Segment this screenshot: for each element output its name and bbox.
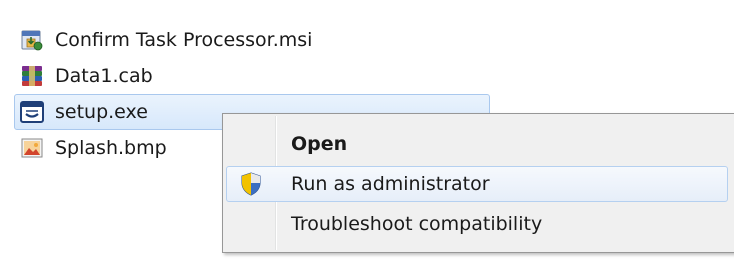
cab-archive-icon: [19, 63, 45, 89]
menu-item-run-as-administrator[interactable]: Run as administrator: [226, 166, 728, 202]
menu-item-label: Troubleshoot compatibility: [291, 213, 543, 235]
msi-installer-icon: [19, 27, 45, 53]
file-name: setup.exe: [55, 101, 148, 123]
file-item-msi[interactable]: Confirm Task Processor.msi: [14, 22, 490, 58]
menu-item-icon-slot: [227, 127, 275, 161]
file-name: Data1.cab: [55, 65, 153, 87]
bitmap-image-icon: [19, 135, 45, 161]
exe-application-icon: [19, 99, 45, 125]
file-name: Splash.bmp: [55, 137, 167, 159]
menu-item-open[interactable]: Open: [226, 126, 728, 162]
menu-item-label: Open: [291, 133, 348, 155]
file-name: Confirm Task Processor.msi: [55, 29, 313, 51]
menu-item-icon-slot: [227, 207, 275, 241]
menu-item-label: Run as administrator: [291, 173, 490, 195]
file-item-cab[interactable]: Data1.cab: [14, 58, 490, 94]
screenshot-stage: Confirm Task Processor.msi Data1.cab set…: [0, 0, 734, 280]
menu-item-troubleshoot-compatibility[interactable]: Troubleshoot compatibility: [226, 206, 728, 242]
context-menu: Open Run as administrator Troubleshoot c…: [222, 113, 734, 253]
uac-shield-icon: [227, 167, 275, 201]
